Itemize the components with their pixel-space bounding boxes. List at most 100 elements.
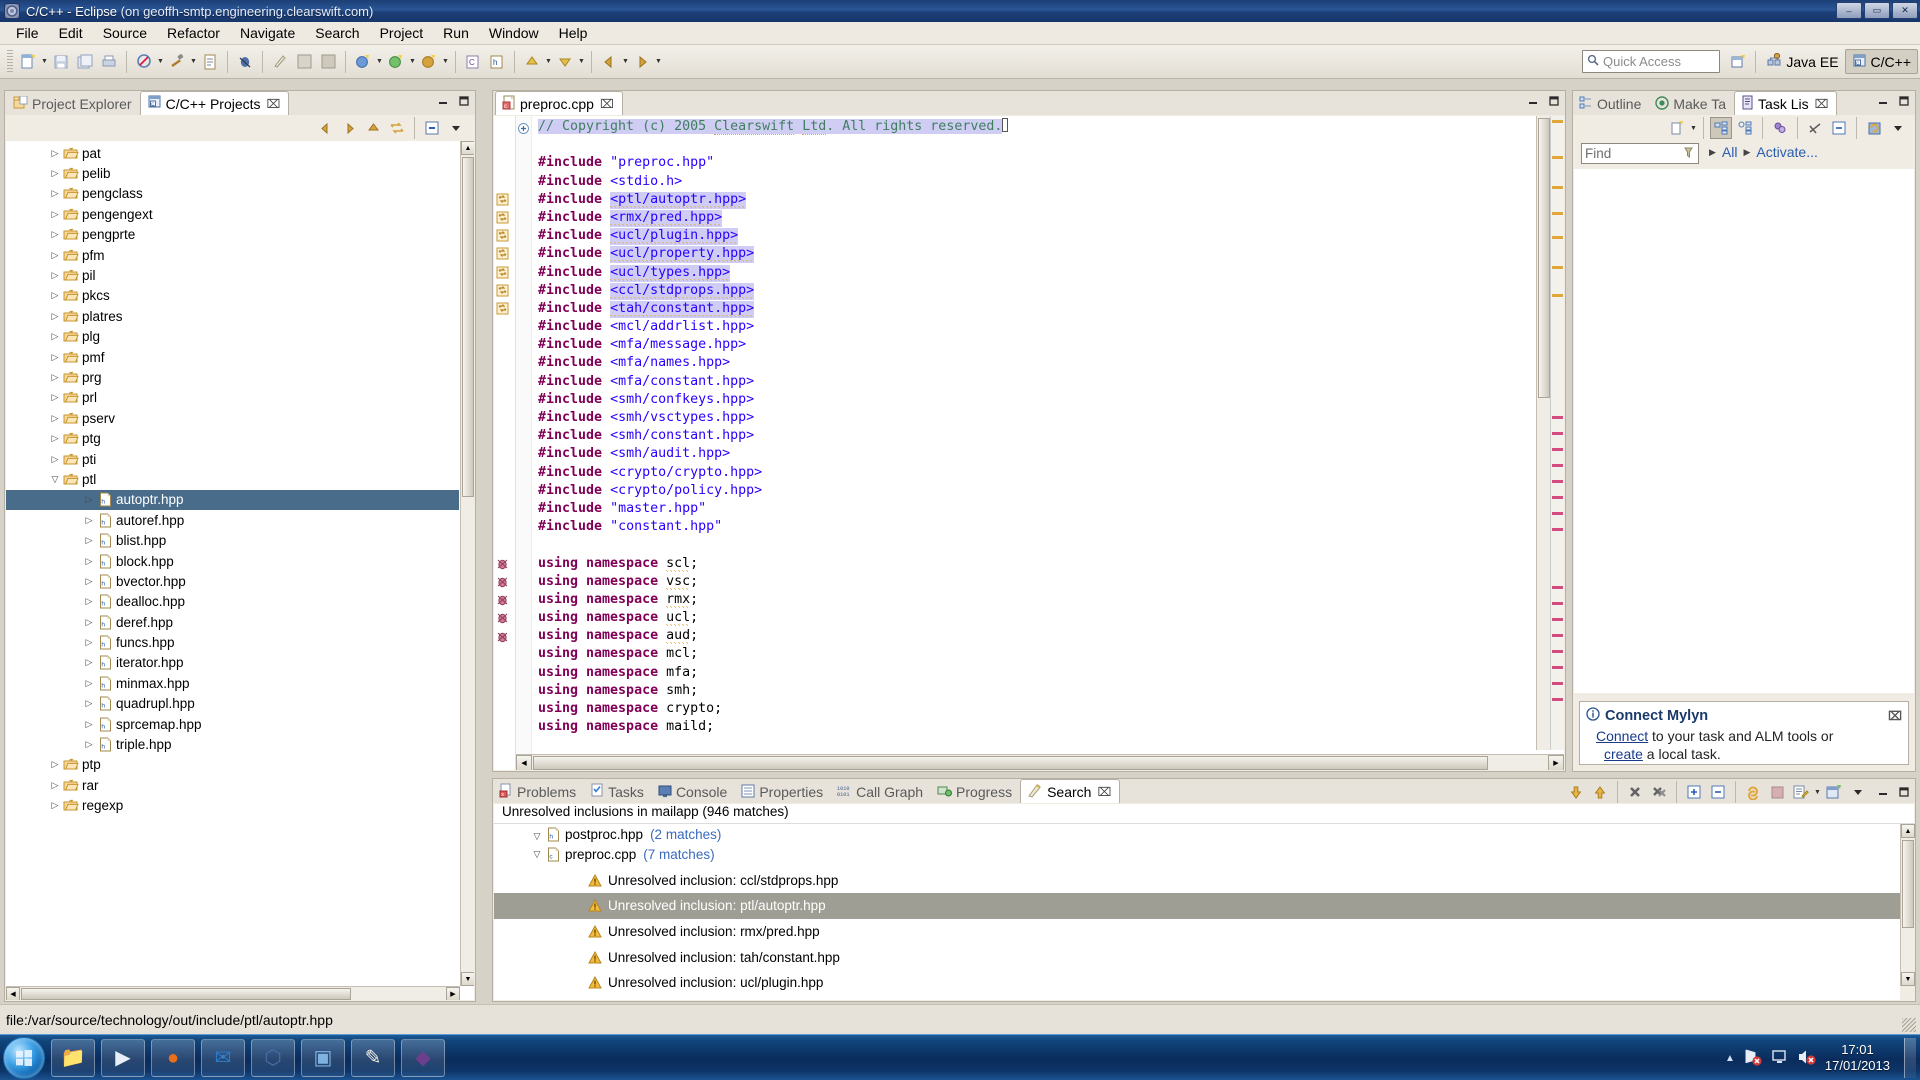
overview-ruler-marker[interactable]: [1552, 666, 1563, 669]
scheduled-presentation-icon[interactable]: [1734, 117, 1756, 139]
tree-item-blist-hpp[interactable]: ▷ h blist.hpp: [6, 530, 459, 550]
tree-expand-arrow-icon[interactable]: ▷: [48, 780, 62, 791]
search-vertical-scrollbar[interactable]: ▲ ▼: [1900, 824, 1915, 986]
windows-start-orb[interactable]: [3, 1036, 45, 1079]
tree-expand-arrow-icon[interactable]: ▷: [82, 515, 96, 526]
previous-searches-dropdown-arrow[interactable]: ▼: [1813, 781, 1822, 803]
firefox-icon[interactable]: ●: [151, 1038, 195, 1077]
tree-item-pengclass[interactable]: ▷ pengclass: [6, 184, 459, 204]
overview-ruler-marker[interactable]: [1552, 618, 1563, 621]
view-menu-icon[interactable]: [1887, 117, 1909, 139]
editor-vertical-scrollbar[interactable]: [1536, 116, 1550, 750]
unresolved-inclusion-marker-icon[interactable]: [496, 229, 510, 243]
taskbar-clock[interactable]: 17:01 17/01/2013: [1825, 1042, 1890, 1074]
network-error-icon[interactable]: [1743, 1048, 1763, 1069]
overview-ruler-marker[interactable]: [1552, 448, 1563, 451]
fold-toggle-icon[interactable]: [518, 121, 529, 134]
overview-ruler-marker[interactable]: [1552, 294, 1563, 297]
build-all-icon[interactable]: [133, 51, 155, 73]
tree-item-triple-hpp[interactable]: ▷ h triple.hpp: [6, 734, 459, 754]
tree-expand-arrow-icon[interactable]: ▷: [48, 311, 62, 322]
editor-scroll-left-arrow[interactable]: ◀: [516, 755, 532, 770]
semantic-error-marker-icon[interactable]: [496, 557, 510, 571]
next-annotation-icon[interactable]: [554, 51, 576, 73]
new-c-file-icon[interactable]: h: [486, 51, 508, 73]
open-element-icon[interactable]: [199, 51, 221, 73]
hammer-build-icon[interactable]: [166, 51, 188, 73]
menu-source[interactable]: Source: [93, 23, 157, 43]
tree-expand-arrow-icon[interactable]: ▷: [48, 250, 62, 261]
tree-expand-arrow-icon[interactable]: ▷: [48, 372, 62, 383]
editor-vscroll-thumb[interactable]: [1538, 118, 1550, 398]
tree-collapse-arrow-icon[interactable]: ▽: [530, 831, 544, 842]
tree-expand-arrow-icon[interactable]: ▷: [82, 657, 96, 668]
view-menu-icon[interactable]: [445, 117, 467, 139]
maximize-icon[interactable]: [1897, 785, 1911, 799]
maximize-icon[interactable]: [457, 94, 471, 108]
tree-expand-arrow-icon[interactable]: ▷: [48, 352, 62, 363]
new-task-dropdown-arrow[interactable]: ▼: [1689, 117, 1698, 139]
overview-ruler-marker[interactable]: [1552, 602, 1563, 605]
remove-all-matches-icon[interactable]: [1648, 781, 1670, 803]
semantic-error-marker-icon[interactable]: [496, 630, 510, 644]
tree-expand-arrow-icon[interactable]: ▷: [48, 759, 62, 770]
collapse-all-icon[interactable]: [1707, 781, 1729, 803]
previous-searches-icon[interactable]: [1790, 781, 1812, 803]
new-task-icon[interactable]: [1666, 117, 1688, 139]
scroll-down-arrow[interactable]: ▼: [461, 972, 474, 986]
semantic-error-marker-icon[interactable]: [496, 575, 510, 589]
minimize-icon[interactable]: [1876, 785, 1890, 799]
maximize-icon[interactable]: [1897, 94, 1911, 108]
tree-item-plg[interactable]: ▷ plg: [6, 327, 459, 347]
tree-collapse-arrow-icon[interactable]: ▽: [48, 474, 62, 485]
menu-navigate[interactable]: Navigate: [230, 23, 305, 43]
external-tools-icon[interactable]: [418, 51, 440, 73]
unresolved-inclusion-marker-icon[interactable]: [496, 302, 510, 316]
focus-on-workweek-icon[interactable]: [1804, 117, 1826, 139]
tree-item-pelib[interactable]: ▷ pelib: [6, 163, 459, 183]
synchronize-changed-icon[interactable]: [1863, 117, 1885, 139]
overview-ruler-marker[interactable]: [1552, 236, 1563, 239]
maximize-icon[interactable]: [1547, 94, 1561, 108]
connect-mylyn-close-icon[interactable]: ⌧: [1888, 709, 1902, 723]
window-maximize-button[interactable]: ▭: [1864, 2, 1890, 19]
semantic-error-marker-icon[interactable]: [496, 593, 510, 607]
tree-expand-arrow-icon[interactable]: ▷: [48, 188, 62, 199]
history-icon[interactable]: [293, 51, 315, 73]
tab-task-lis[interactable]: Task Lis ⌧: [1734, 91, 1838, 115]
perspective-java-ee[interactable]: Java EE: [1761, 49, 1844, 74]
search-result-row[interactable]: Unresolved inclusion: ucl/plugin.hpp: [494, 970, 1900, 996]
new-wizard-dropdown-arrow[interactable]: ▼: [40, 51, 49, 73]
display-icon[interactable]: [1771, 1048, 1789, 1069]
search-toolbar-icon[interactable]: [269, 51, 291, 73]
tree-item-sprcemap-hpp[interactable]: ▷ h sprcemap.hpp: [6, 714, 459, 734]
external-tools-dropdown-arrow[interactable]: ▼: [441, 51, 450, 73]
perspective-cpp[interactable]: c C/C++: [1844, 49, 1918, 74]
tree-expand-arrow-icon[interactable]: ▷: [82, 739, 96, 750]
save-all-icon[interactable]: [74, 51, 96, 73]
previous-annotation-arrow[interactable]: ▼: [544, 51, 553, 73]
quick-access-field[interactable]: Quick Access: [1582, 50, 1720, 73]
tree-item-prg[interactable]: ▷ prg: [6, 367, 459, 387]
group-by-icon[interactable]: [1769, 117, 1791, 139]
back-navigation-arrow[interactable]: ▼: [621, 51, 630, 73]
explorer-vertical-scrollbar[interactable]: ▲ ▼: [460, 141, 474, 986]
minimize-icon[interactable]: [1526, 94, 1540, 108]
new-wizard-icon[interactable]: [17, 51, 39, 73]
run-config-icon[interactable]: [352, 51, 374, 73]
up-icon[interactable]: [362, 117, 384, 139]
search-result-row[interactable]: Unresolved inclusion: tah/constant.hpp: [494, 944, 1900, 970]
tree-item-bvector-hpp[interactable]: ▷ h bvector.hpp: [6, 571, 459, 591]
debug-icon[interactable]: [234, 51, 256, 73]
search-vscroll-thumb[interactable]: [1902, 840, 1914, 928]
search-scroll-down-arrow[interactable]: ▼: [1901, 972, 1915, 986]
hammer-dropdown-arrow[interactable]: ▼: [189, 51, 198, 73]
tab-cpp-projects-close-icon[interactable]: ⌧: [267, 97, 281, 111]
tree-expand-arrow-icon[interactable]: ▷: [48, 148, 62, 159]
back-icon[interactable]: [314, 117, 336, 139]
tree-item-autoref-hpp[interactable]: ▷ h autoref.hpp: [6, 510, 459, 530]
link-with-editor-icon[interactable]: [386, 117, 408, 139]
project-tree[interactable]: ▷ pat ▷ pelib ▷ pengclass ▷ pengengext ▷ pengprte…: [6, 141, 474, 1000]
editor-horizontal-scrollbar[interactable]: ◀ ▶: [516, 754, 1564, 770]
tab-cpp-projects[interactable]: c C/C++ Projects ⌧: [139, 91, 290, 115]
